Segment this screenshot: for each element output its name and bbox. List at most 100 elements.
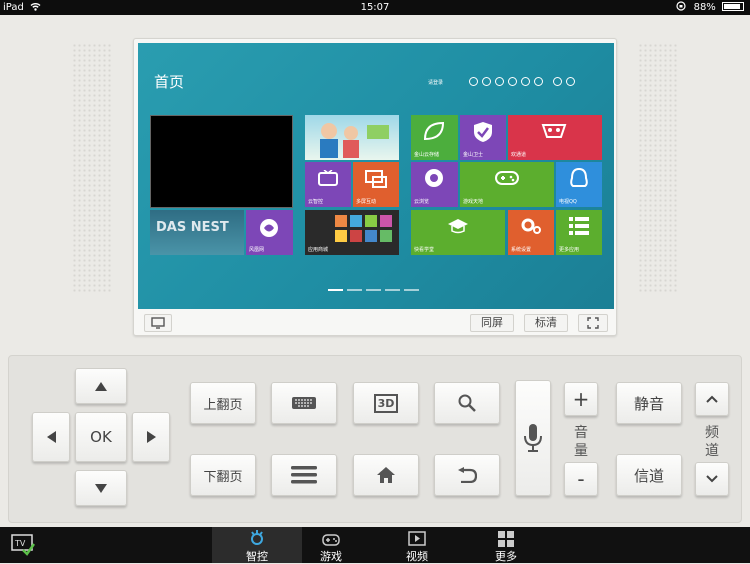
tv-top-icons bbox=[469, 77, 575, 86]
tv-tile-cloud-control: 云智控 bbox=[305, 162, 351, 207]
bottom-tab-bar: 智控 游戏 视频 更多 bbox=[0, 527, 750, 563]
channel-label-char: 频 bbox=[705, 425, 719, 441]
tab-label: 视频 bbox=[406, 550, 428, 563]
tab-more[interactable]: 更多 bbox=[461, 527, 551, 563]
menu-icon bbox=[291, 466, 317, 484]
chrome-icon bbox=[425, 169, 443, 187]
list-icon bbox=[569, 217, 589, 235]
channel-label-char: 道 bbox=[705, 443, 719, 459]
tile-label: 游戏天地 bbox=[463, 199, 484, 205]
page-up-button[interactable]: 上翻页 bbox=[190, 382, 256, 424]
channel-up-button[interactable] bbox=[695, 382, 729, 416]
tab-label: 游戏 bbox=[320, 550, 342, 563]
remote-control-panel: OK 上翻页 3D 下翻页 + 音 量 - 静音 信道 频 道 bbox=[8, 355, 742, 523]
volume-up-button[interactable]: + bbox=[564, 382, 598, 416]
speaker-grille-right bbox=[638, 43, 678, 293]
video-icon bbox=[408, 531, 426, 546]
quality-button[interactable]: 标清 bbox=[524, 314, 568, 332]
volume-label-char: 量 bbox=[574, 443, 588, 459]
arrow-up-icon bbox=[95, 381, 107, 391]
fullscreen-button[interactable] bbox=[578, 314, 608, 332]
tv-status-icon bbox=[521, 77, 530, 86]
phoenix-icon bbox=[260, 219, 278, 237]
search-icon bbox=[458, 394, 476, 412]
tab-label: 更多 bbox=[495, 550, 517, 563]
main-area: 首页 请登录 DAS NEST 风凰网 云智控 多屏互动 应用商城 金山云存储 … bbox=[0, 15, 750, 527]
menu-button[interactable] bbox=[271, 454, 337, 496]
chevron-down-icon bbox=[706, 475, 718, 483]
search-button[interactable] bbox=[434, 382, 500, 424]
tv-banner-text: DAS NEST bbox=[156, 220, 229, 235]
status-bar: iPad 15:07 88% bbox=[0, 0, 750, 15]
tv-banner: DAS NEST bbox=[150, 210, 244, 255]
leaf-icon bbox=[423, 121, 445, 141]
battery-percent: 88% bbox=[693, 2, 716, 13]
3d-button[interactable]: 3D bbox=[353, 382, 419, 424]
gamepad-icon bbox=[495, 171, 519, 185]
tv-status-icon bbox=[469, 77, 478, 86]
tile-label: 金山云存储 bbox=[414, 152, 440, 158]
tv-video-preview bbox=[150, 115, 293, 208]
voice-button[interactable] bbox=[515, 380, 551, 496]
monitor-button[interactable] bbox=[144, 314, 172, 332]
tile-label: 电视QQ bbox=[559, 199, 577, 205]
control-icon bbox=[251, 530, 263, 545]
tv-tile-phoenix: 风凰网 bbox=[246, 210, 293, 255]
dpad-down-button[interactable] bbox=[75, 470, 127, 506]
home-button[interactable] bbox=[353, 454, 419, 496]
tile-label: 系统设置 bbox=[511, 247, 532, 253]
tv-tile-multiscreen: 多屏互动 bbox=[353, 162, 399, 207]
tv-logo-icon[interactable]: TV bbox=[11, 532, 35, 556]
tv-tile-more-apps: 更多应用 bbox=[556, 210, 602, 255]
page-dot bbox=[347, 289, 362, 291]
tv-status-icon bbox=[553, 77, 562, 86]
mute-button[interactable]: 静音 bbox=[616, 382, 682, 424]
channel-label: 频 道 bbox=[702, 424, 722, 460]
status-right: 88% bbox=[676, 0, 744, 15]
keyboard-button[interactable] bbox=[271, 382, 337, 424]
app-grid-icon bbox=[335, 215, 392, 242]
tv-tile-app-store: 应用商城 bbox=[305, 210, 399, 255]
tv-screen[interactable]: 首页 请登录 DAS NEST 风凰网 云智控 多屏互动 应用商城 金山云存储 … bbox=[138, 43, 614, 309]
tv-tile-settings: 系统设置 bbox=[508, 210, 554, 255]
shield-icon bbox=[474, 122, 492, 142]
dpad-right-button[interactable] bbox=[132, 412, 170, 462]
ok-button[interactable]: OK bbox=[75, 412, 127, 462]
mask-icon bbox=[541, 124, 567, 138]
qq-icon bbox=[570, 168, 588, 187]
tile-label: 金山卫士 bbox=[463, 152, 484, 158]
tile-label: 多屏互动 bbox=[356, 199, 377, 205]
tile-label: 更多应用 bbox=[559, 247, 580, 253]
svg-text:TV: TV bbox=[14, 539, 26, 548]
family-photo-icon bbox=[320, 123, 389, 158]
dpad-up-button[interactable] bbox=[75, 368, 127, 404]
channel-down-button[interactable] bbox=[695, 462, 729, 496]
tab-games[interactable]: 游戏 bbox=[286, 527, 376, 563]
volume-down-button[interactable]: - bbox=[564, 462, 598, 496]
tile-label: 风凰网 bbox=[249, 247, 265, 253]
volume-label: 音 量 bbox=[571, 424, 591, 460]
arrow-down-icon bbox=[95, 483, 107, 493]
back-icon bbox=[458, 467, 477, 483]
tile-label: 应用商城 bbox=[308, 247, 329, 253]
mirror-button[interactable]: 同屏 bbox=[470, 314, 514, 332]
battery-icon bbox=[722, 2, 744, 11]
volume-label-char: 音 bbox=[574, 425, 588, 441]
source-button[interactable]: 信道 bbox=[616, 454, 682, 496]
tv-login-text: 请登录 bbox=[428, 80, 444, 86]
tv-tile-fun-channel: 欢通道 bbox=[508, 115, 602, 160]
tv-status-icon bbox=[534, 77, 543, 86]
dpad-left-button[interactable] bbox=[32, 412, 70, 462]
tv-screen-frame: 首页 请登录 DAS NEST 风凰网 云智控 多屏互动 应用商城 金山云存储 … bbox=[133, 38, 617, 336]
tv-icon bbox=[318, 170, 338, 186]
keyboard-icon bbox=[292, 397, 316, 409]
page-down-button[interactable]: 下翻页 bbox=[190, 454, 256, 496]
tv-tile-learning: 快看学堂 bbox=[411, 210, 505, 255]
chevron-up-icon bbox=[706, 395, 718, 403]
multiscreen-icon bbox=[365, 170, 387, 188]
tile-label: 云智控 bbox=[308, 199, 324, 205]
tab-video[interactable]: 视频 bbox=[372, 527, 462, 563]
tv-page-indicator bbox=[328, 289, 419, 291]
back-button[interactable] bbox=[434, 454, 500, 496]
gamepad-icon bbox=[322, 534, 340, 546]
